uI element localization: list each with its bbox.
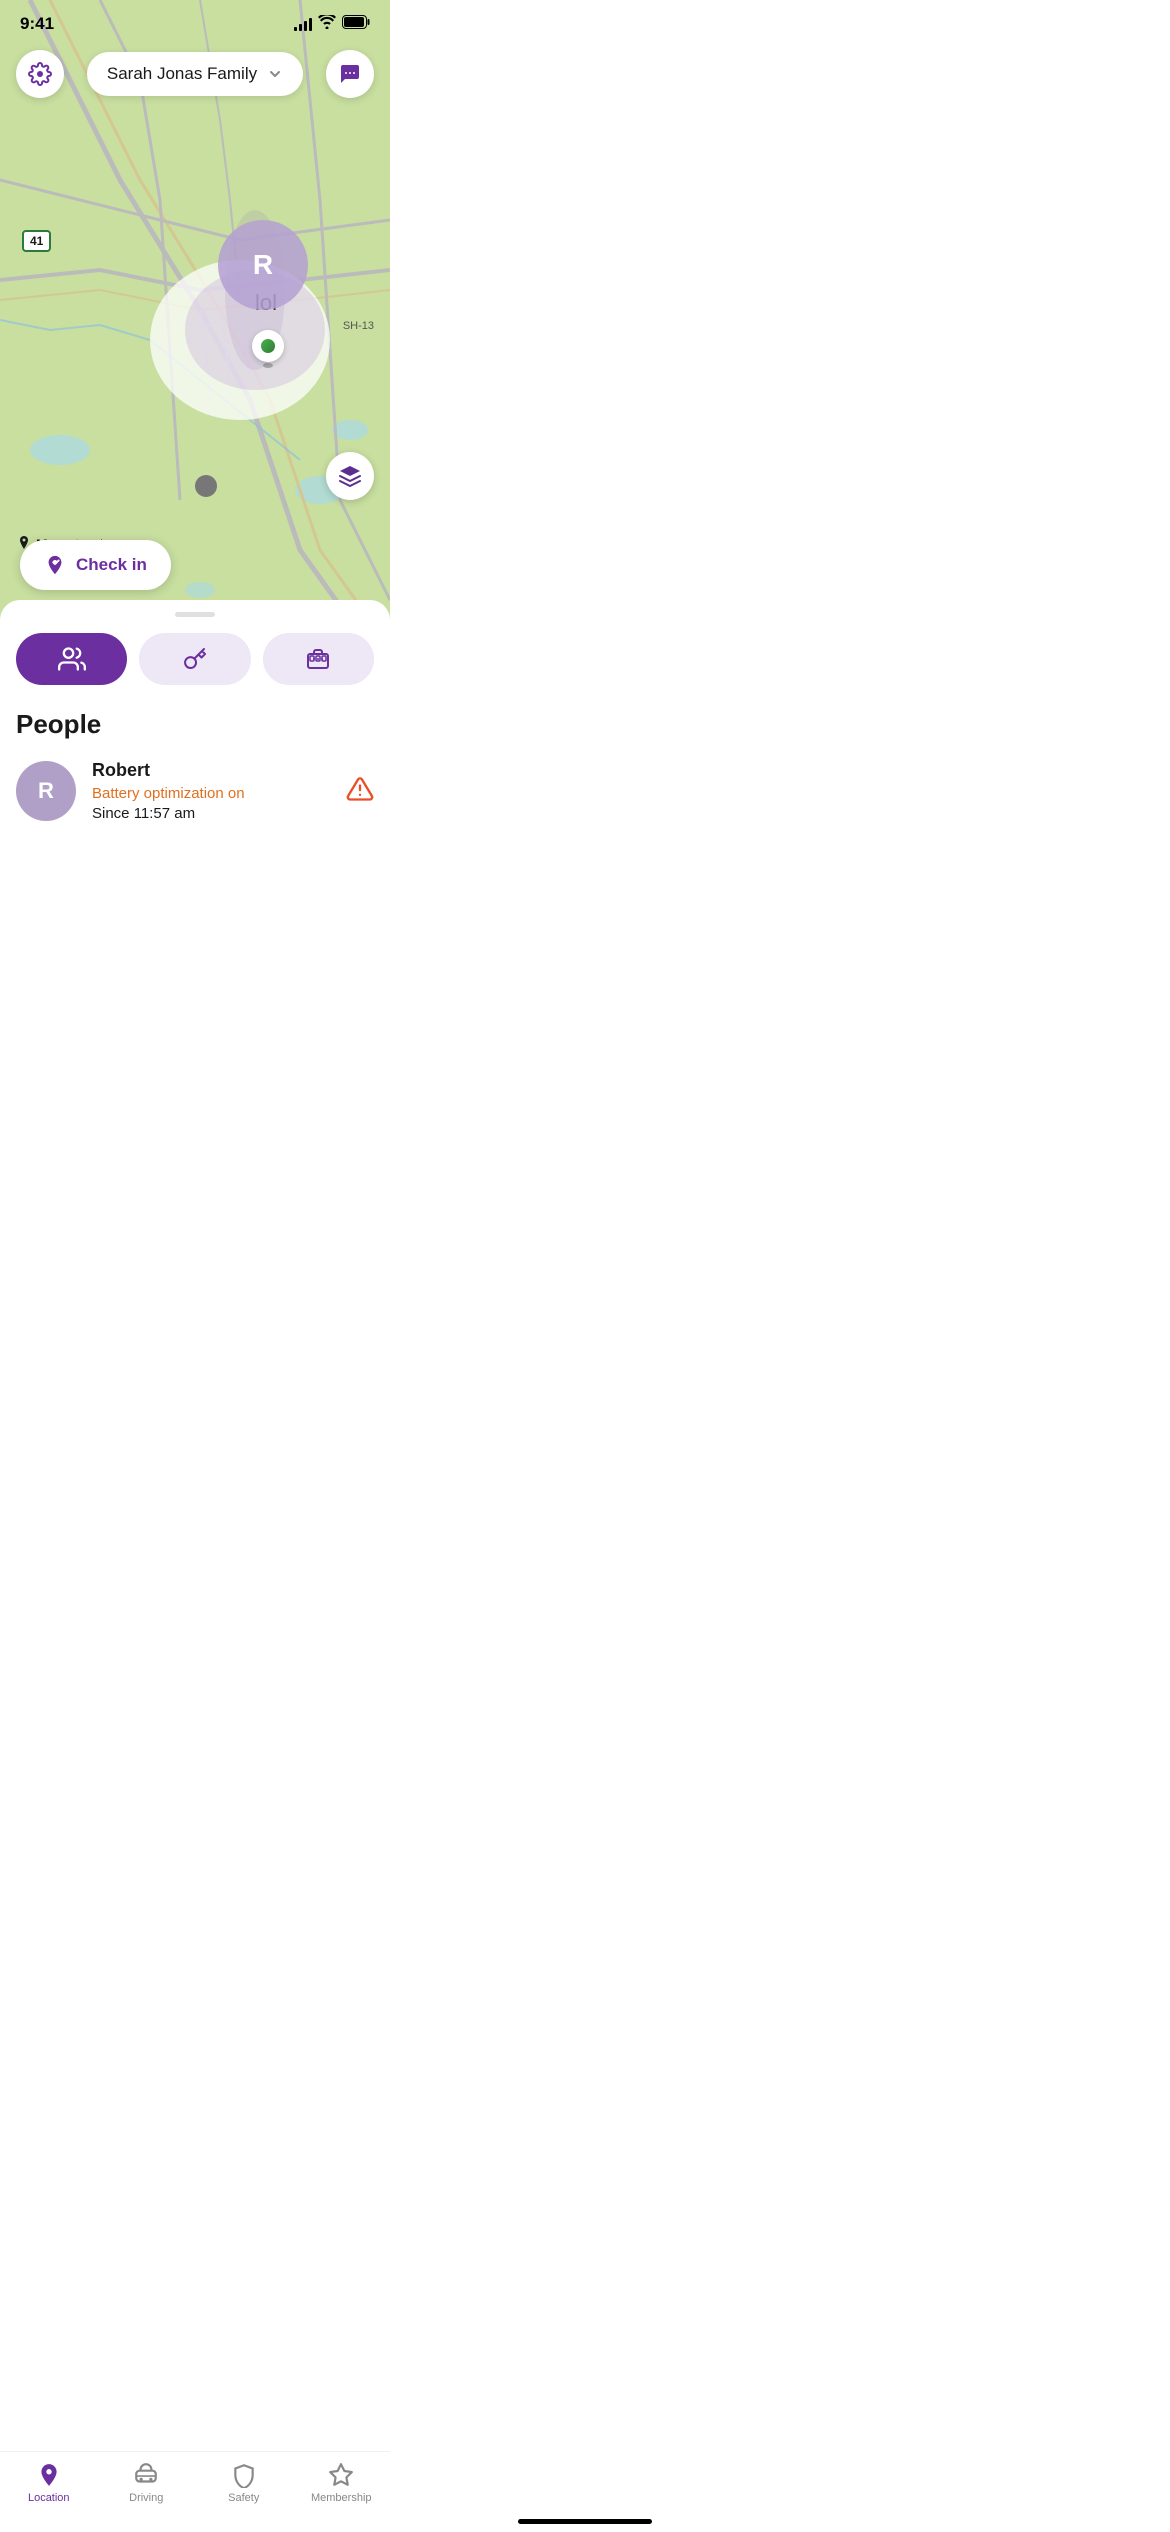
nav-safety[interactable]: Safety: [195, 2462, 293, 2504]
family-selector[interactable]: Sarah Jonas Family: [87, 52, 303, 96]
family-name: Sarah Jonas Family: [107, 64, 257, 84]
location-pin: [252, 330, 284, 368]
nav-location-label: Location: [28, 2492, 70, 2504]
secondary-member-dot: [195, 475, 217, 497]
top-controls: Sarah Jonas Family: [0, 50, 390, 98]
person-since: Since 11:57 am: [92, 805, 245, 822]
chevron-down-icon: [267, 66, 283, 82]
nav-driving[interactable]: Driving: [98, 2462, 196, 2504]
tab-people[interactable]: [16, 633, 127, 685]
section-title: People: [16, 709, 374, 740]
nav-driving-label: Driving: [129, 2492, 163, 2504]
person-item: R Robert Battery optimization on Since 1…: [16, 760, 374, 842]
status-time: 9:41: [20, 14, 54, 34]
person-avatar: R: [16, 761, 76, 821]
tab-places[interactable]: [263, 633, 374, 685]
tab-keys[interactable]: [139, 633, 250, 685]
home-indicator: [518, 2519, 652, 2524]
bottom-nav: Location Driving Safety Membership: [0, 2451, 390, 2532]
bottom-sheet: People R Robert Battery optimization on …: [0, 600, 390, 922]
nav-membership[interactable]: Membership: [293, 2462, 391, 2504]
status-bar: 9:41: [0, 0, 390, 42]
battery-icon: [342, 15, 370, 34]
wifi-icon: [318, 15, 336, 34]
person-status: Battery optimization on: [92, 785, 245, 802]
settings-button[interactable]: [16, 50, 64, 98]
nav-membership-label: Membership: [311, 2492, 372, 2504]
category-tabs: [16, 633, 374, 685]
nav-location[interactable]: Location: [0, 2462, 98, 2504]
layers-button[interactable]: [326, 452, 374, 500]
warning-icon: [346, 775, 374, 808]
sh-label: SH-13: [343, 320, 374, 332]
nav-safety-label: Safety: [228, 2492, 259, 2504]
route-41-badge: 41: [22, 230, 51, 252]
status-icons: [294, 15, 370, 34]
signal-icon: [294, 17, 312, 31]
map-user-avatar: R: [218, 220, 308, 310]
sheet-handle[interactable]: [175, 612, 215, 617]
checkin-button[interactable]: Check in: [20, 540, 171, 590]
checkin-label: Check in: [76, 555, 147, 575]
chat-button[interactable]: [326, 50, 374, 98]
person-name: Robert: [92, 760, 245, 781]
